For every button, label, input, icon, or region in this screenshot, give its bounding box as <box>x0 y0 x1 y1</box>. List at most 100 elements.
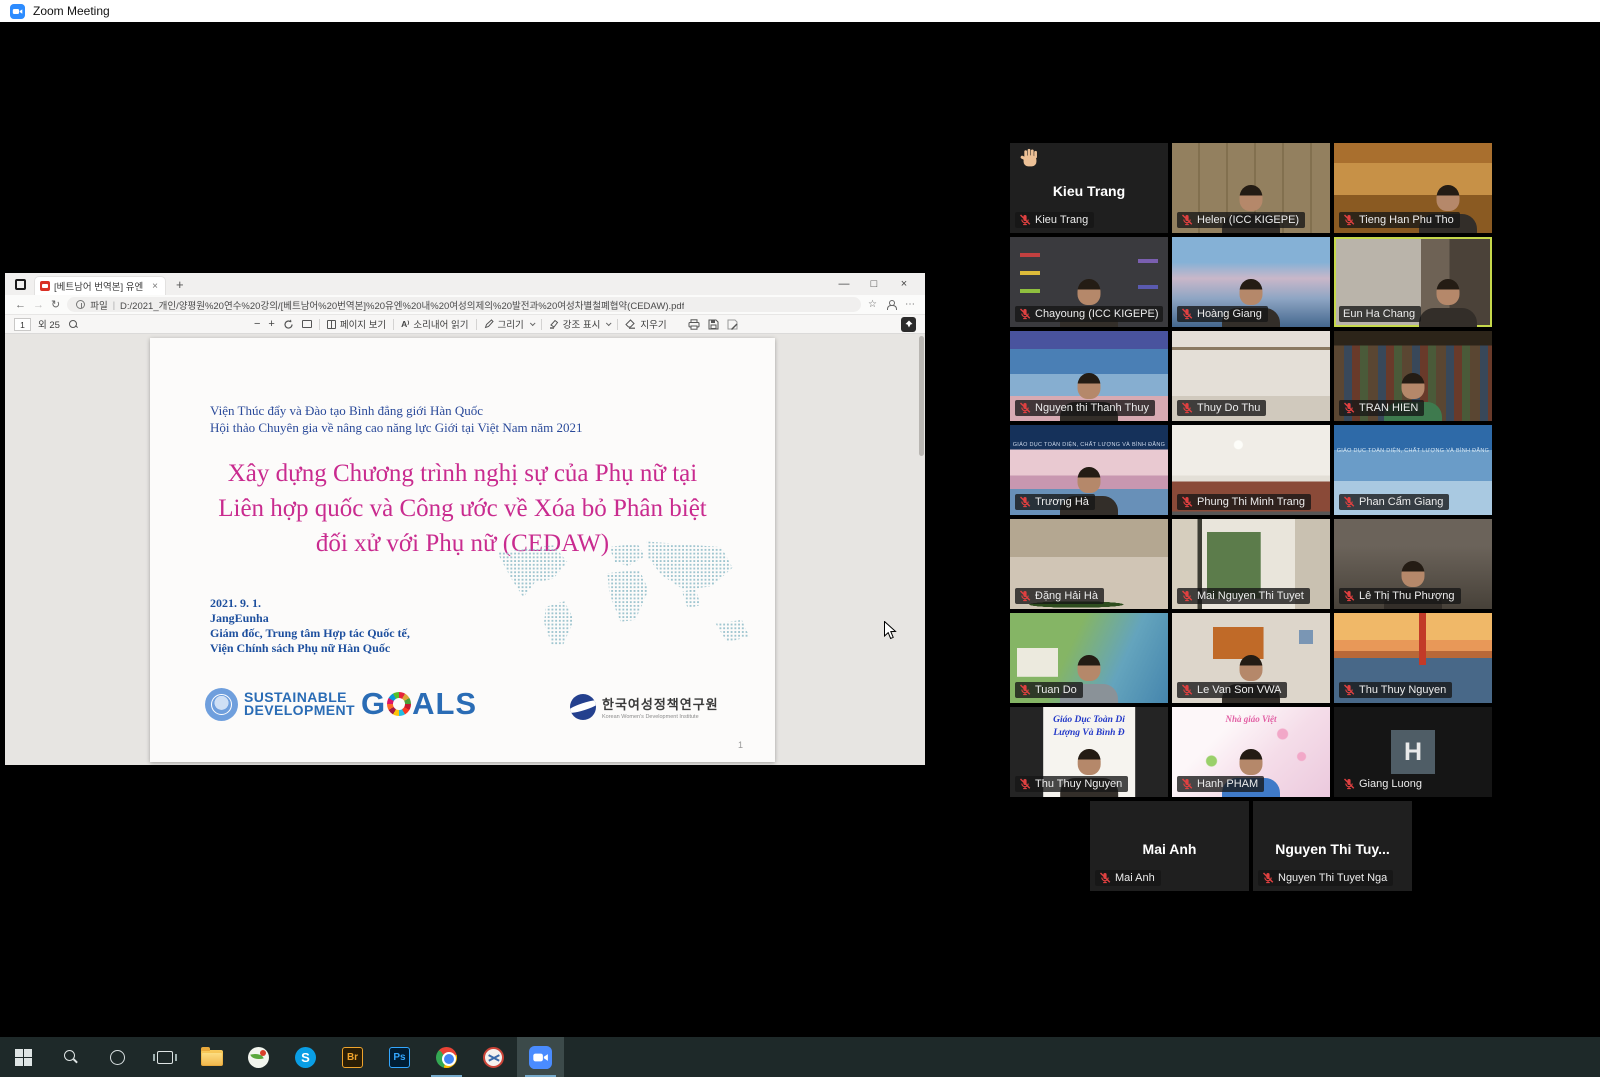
participant-name-label: Phung Thi Minh Trang <box>1177 494 1311 510</box>
maximize-icon[interactable]: □ <box>859 278 889 290</box>
participant-tile[interactable]: Thuy Do Thu <box>1172 331 1330 421</box>
photoshop-button[interactable]: Ps <box>376 1037 423 1077</box>
profile-icon[interactable] <box>886 300 896 310</box>
adobe-bridge-icon: Br <box>342 1047 363 1068</box>
participant-tile[interactable]: Mai Nguyen Thi Tuyet <box>1172 519 1330 609</box>
participant-name-label: Mai Nguyen Thi Tuyet <box>1177 588 1310 604</box>
silhouette-head <box>1078 749 1101 775</box>
browser-tab[interactable]: [베트남어 번역본] 유엔 내 여성: × <box>34 276 166 295</box>
url-field[interactable]: 파일 | D:/2021_개인/양평원%20연수%20강의/[베트남어%20번역… <box>67 297 861 312</box>
page-number-input[interactable]: 1 <box>14 318 31 331</box>
participant-name-label: Lê Thị Thu Phượng <box>1339 588 1461 604</box>
close-icon[interactable]: × <box>889 278 919 290</box>
dotted-world-map <box>488 530 768 678</box>
participant-name-label: Kieu Trang <box>1015 212 1094 228</box>
file-explorer-button[interactable] <box>188 1037 235 1077</box>
address-bar: ← → ↻ 파일 | D:/2021_개인/양평원%20연수%20강의/[베트남… <box>5 295 925 315</box>
start-button[interactable] <box>0 1037 47 1077</box>
save-icon[interactable] <box>708 319 719 330</box>
adobe-bridge-button[interactable]: Br <box>329 1037 376 1077</box>
participant-tile[interactable]: Le Van Son VWA <box>1172 613 1330 703</box>
zoom-app-icon <box>529 1046 552 1069</box>
participant-tile[interactable]: Chayoung (ICC KIGEPE) <box>1010 237 1168 327</box>
zoom-in-icon[interactable]: + <box>268 318 274 330</box>
zoom-taskbar-button[interactable] <box>517 1037 564 1077</box>
participant-name-text: TRAN HIEN <box>1359 402 1418 414</box>
participant-tile[interactable]: TRAN HIEN <box>1334 331 1492 421</box>
participant-name-text: Le Van Son VWA <box>1197 684 1281 696</box>
silhouette-body <box>1419 308 1477 327</box>
participant-name-text: Mai Nguyen Thi Tuyet <box>1197 590 1304 602</box>
participant-name-label: Chayoung (ICC KIGEPE) <box>1015 306 1163 322</box>
pin-icon <box>905 320 913 328</box>
participant-tile[interactable]: Tieng Han Phu Tho <box>1334 143 1492 233</box>
fit-page-icon[interactable] <box>302 320 312 328</box>
more-options-icon[interactable]: ⋯ <box>905 299 915 310</box>
participant-tile[interactable]: Nhà giáo Việt Hanh PHAM <box>1172 707 1330 797</box>
participant-name-text: Lê Thị Thu Phượng <box>1359 590 1455 602</box>
snipping-app-button[interactable] <box>470 1037 517 1077</box>
draw-button[interactable]: 그리기 <box>484 317 534 331</box>
close-tab-icon[interactable]: × <box>150 281 160 292</box>
erase-button[interactable]: 지우기 <box>625 317 666 331</box>
participant-name-label: Nguyen Thi Tuyet Nga <box>1258 870 1393 886</box>
participant-tile[interactable]: Hoàng Giang <box>1172 237 1330 327</box>
read-aloud-button[interactable]: A⁾ 소리내어 읽기 <box>401 317 468 331</box>
page-count-label: 외 25 <box>38 317 60 331</box>
zoom-out-icon[interactable]: − <box>254 318 260 330</box>
chrome-icon <box>436 1047 457 1068</box>
favorites-star-icon[interactable]: ☆ <box>868 299 877 310</box>
silhouette-head <box>1078 467 1101 493</box>
muted-mic-icon <box>1019 496 1031 508</box>
document-scrollbar[interactable] <box>919 336 924 456</box>
raised-hand-indicator <box>1019 148 1041 175</box>
back-icon[interactable]: ← <box>15 299 26 311</box>
participant-tile[interactable]: Nguyen Thi Tuy...Nguyen Thi Tuyet Nga <box>1253 801 1412 891</box>
participant-tile[interactable]: Phung Thi Minh Trang <box>1172 425 1330 515</box>
taskbar-search-button[interactable] <box>47 1037 94 1077</box>
participant-name-text: Chayoung (ICC KIGEPE) <box>1035 308 1159 320</box>
chrome-button[interactable] <box>423 1037 470 1077</box>
skype-button[interactable]: S <box>282 1037 329 1077</box>
pin-toolbar-button[interactable] <box>901 317 916 332</box>
participant-tile[interactable]: Mai AnhMai Anh <box>1090 801 1249 891</box>
participant-tile[interactable]: Kieu TrangKieu Trang <box>1010 143 1168 233</box>
save-as-icon[interactable] <box>727 319 738 330</box>
plant-app-button[interactable] <box>235 1037 282 1077</box>
pdf-document-area[interactable]: Viện Thúc đẩy và Đào tạo Bình đẳng giới … <box>5 334 925 765</box>
cortana-button[interactable] <box>94 1037 141 1077</box>
forward-icon[interactable]: → <box>33 299 44 311</box>
participant-tile[interactable]: Nguyen thi Thanh Thuy <box>1010 331 1168 421</box>
slide-org-header: Viện Thúc đẩy và Đào tạo Bình đẳng giới … <box>210 402 582 436</box>
participant-tile[interactable]: Eun Ha Chang <box>1334 237 1492 327</box>
participant-tile[interactable]: HGiang Luong <box>1334 707 1492 797</box>
participant-tile[interactable]: Giáo Dục Toàn DiLượng Và Bình ĐThu Thuy … <box>1010 707 1168 797</box>
muted-mic-icon <box>1019 308 1031 320</box>
task-view-button[interactable] <box>141 1037 188 1077</box>
participant-tile[interactable]: Tuan Do <box>1010 613 1168 703</box>
participant-tile[interactable]: GIÁO DỤC TOÀN DIỆN, CHẤT LƯỢNG VÀ BÌNH Đ… <box>1334 425 1492 515</box>
rotate-icon[interactable] <box>283 319 294 330</box>
participant-tile[interactable]: Lê Thị Thu Phượng <box>1334 519 1492 609</box>
participant-tile[interactable]: GIÁO DỤC TOÀN DIỆN, CHẤT LƯỢNG VÀ BÌNH Đ… <box>1010 425 1168 515</box>
zoom-meeting-screen: Zoom Meeting [베트남어 번역본] 유엔 내 여성: × + — □… <box>0 0 1600 1077</box>
highlight-button[interactable]: 강조 표시 <box>549 317 611 331</box>
minimize-icon[interactable]: — <box>829 278 859 290</box>
info-icon[interactable] <box>76 300 85 309</box>
page-view-button[interactable]: 페이지 보기 <box>327 317 386 331</box>
participant-name-text: Hoàng Giang <box>1197 308 1262 320</box>
participant-name-text: Hanh PHAM <box>1197 778 1258 790</box>
virtual-background-banner-text: Nhà giáo Việt <box>1172 714 1330 724</box>
participant-name-label: Tuan Do <box>1015 682 1083 698</box>
print-icon[interactable] <box>688 319 700 330</box>
new-tab-icon[interactable]: + <box>176 277 184 292</box>
search-icon[interactable] <box>69 320 77 328</box>
virtual-background-banner-text: GIÁO DỤC TOÀN DIỆN, CHẤT LƯỢNG VÀ BÌNH Đ… <box>1010 442 1168 448</box>
participant-silhouette <box>1417 279 1479 327</box>
muted-mic-icon <box>1343 214 1355 226</box>
refresh-icon[interactable]: ↻ <box>51 298 60 311</box>
participant-tile[interactable]: Đặng Hải Hà <box>1010 519 1168 609</box>
window-menu-icon[interactable] <box>15 279 26 290</box>
participant-tile[interactable]: Helen (ICC KIGEPE) <box>1172 143 1330 233</box>
participant-tile[interactable]: Thu Thuy Nguyen <box>1334 613 1492 703</box>
